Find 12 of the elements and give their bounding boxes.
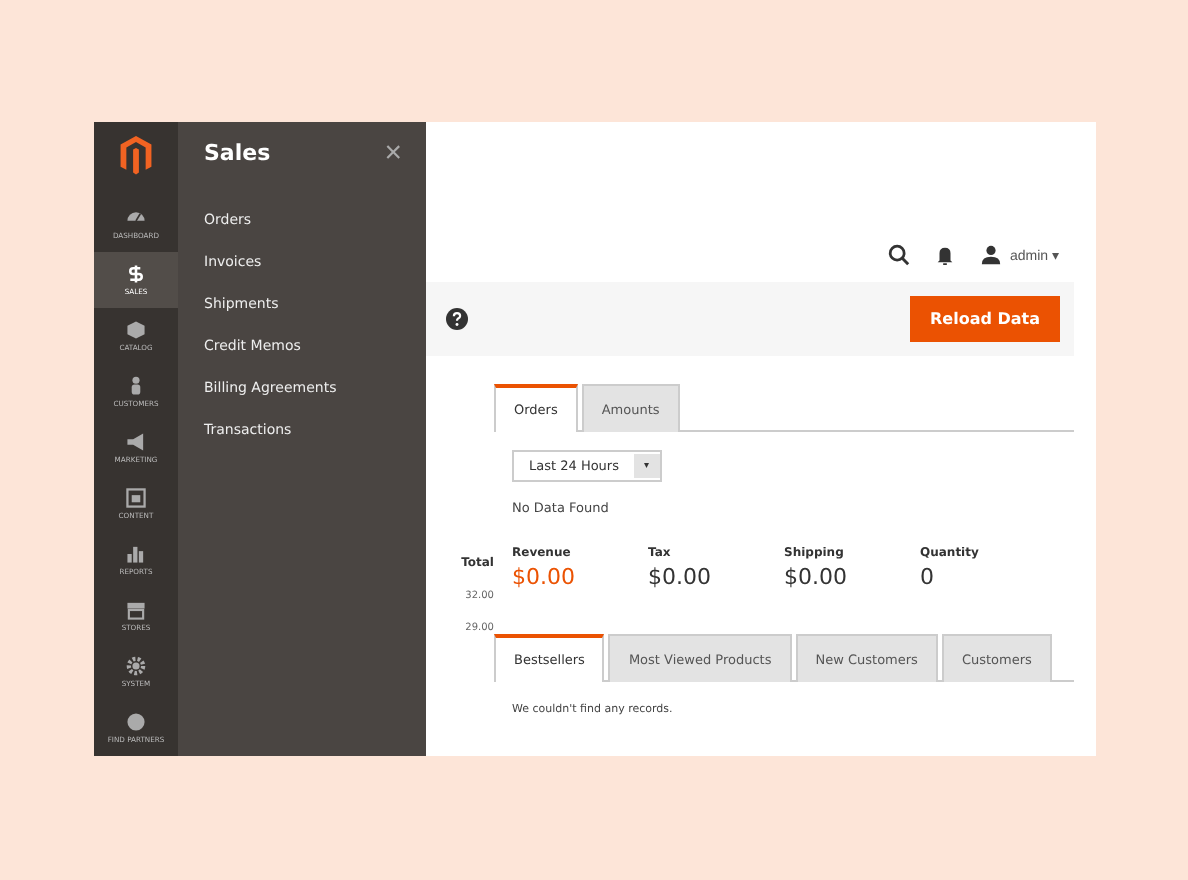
help-icon[interactable] (446, 308, 468, 330)
stat-value: $0.00 (784, 564, 849, 590)
stat-value: $0.00 (512, 564, 577, 590)
submenu-title: Sales (204, 140, 271, 166)
reload-data-button[interactable]: Reload Data (910, 296, 1060, 342)
user-icon (979, 244, 1002, 266)
stat-value: $0.00 (648, 564, 713, 590)
close-button[interactable]: × (384, 138, 402, 168)
search-icon[interactable] (887, 244, 910, 266)
bell-icon[interactable] (933, 244, 956, 266)
stat-value: 0 (920, 564, 936, 590)
logo-icon[interactable] (118, 134, 154, 177)
